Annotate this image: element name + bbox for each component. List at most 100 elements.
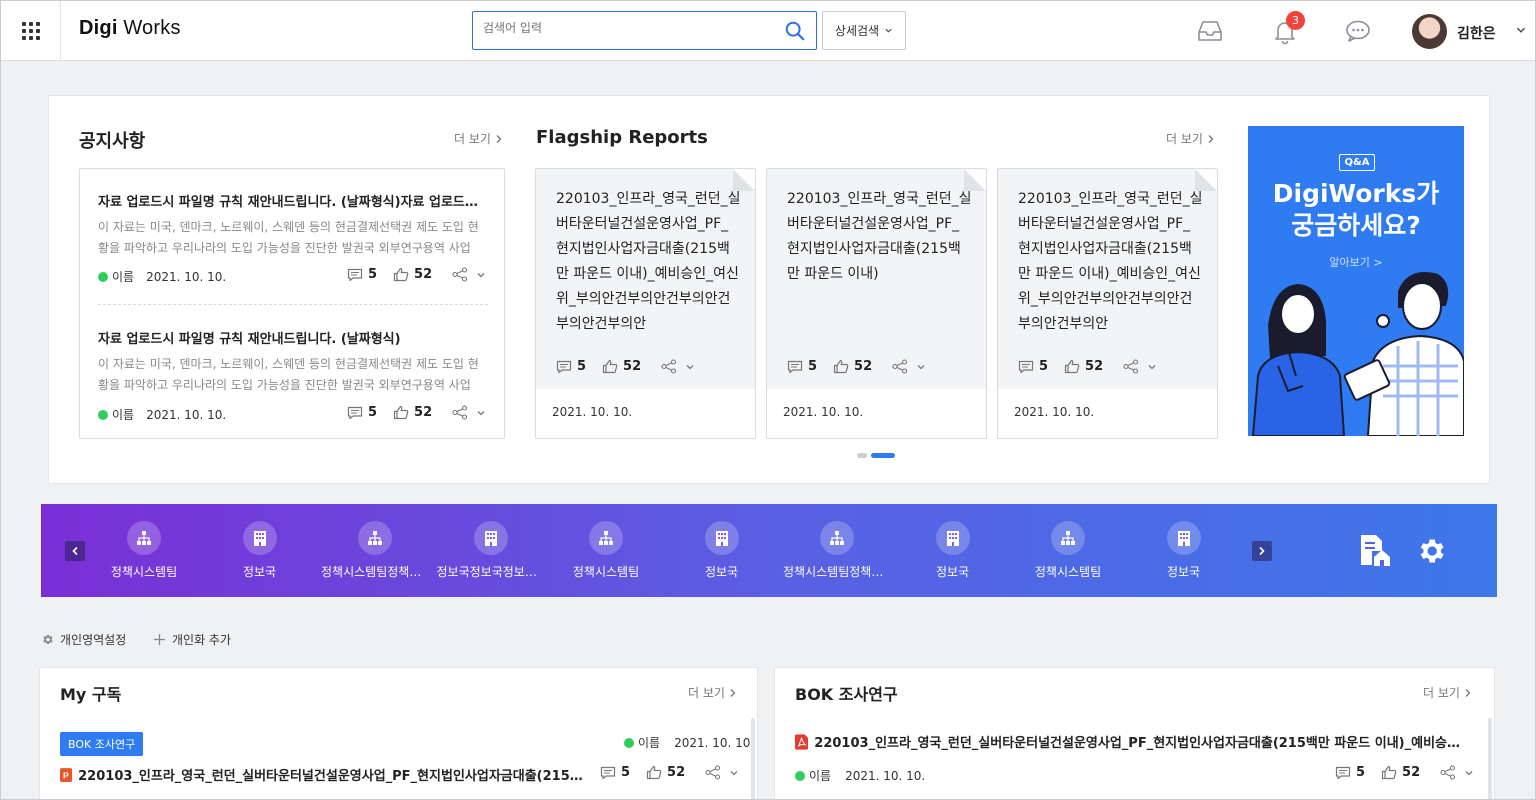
shortcut-item[interactable]: 정책시스템팀 (1010, 521, 1126, 580)
notice-author: 이름 (112, 408, 135, 422)
building-icon (935, 521, 970, 555)
gear-icon[interactable] (1415, 535, 1447, 567)
org-chart-icon (1051, 521, 1085, 555)
like-count[interactable]: 52 (393, 267, 432, 282)
chevron-down-icon[interactable] (916, 362, 926, 372)
report-title[interactable]: 220103_인프라_영국_런던_실버타운터널건설운영사업_PF_현지법인사업자… (787, 187, 972, 337)
reports-more-link[interactable]: 더 보기 (1166, 130, 1215, 147)
share-icon[interactable] (661, 359, 677, 374)
like-count[interactable]: 52 (1381, 765, 1420, 780)
shortcut-item[interactable]: 정책시스템팀정책시스템팀 (317, 521, 433, 580)
building-icon (1166, 521, 1201, 555)
notice-stats: 5 52 (347, 267, 486, 282)
bok-more-link[interactable]: 더 보기 (1423, 684, 1472, 701)
gear-icon (43, 634, 53, 645)
notice-author: 이름 (112, 270, 135, 284)
thumbs-up-icon (1064, 359, 1080, 374)
app-launcher-button[interactable] (1, 1, 61, 61)
comment-count[interactable]: 5 (347, 267, 377, 282)
like-count[interactable]: 52 (646, 765, 685, 780)
chevron-left-icon (72, 546, 78, 556)
comment-count[interactable]: 5 (787, 359, 817, 374)
thumbs-up-icon (1381, 765, 1397, 780)
building-icon (473, 521, 508, 555)
date: 2021. 10. 10. (845, 768, 926, 783)
report-stats: 5 52 (1018, 359, 1157, 374)
shortcut-label: 정책시스템팀정책시스템팀 (321, 565, 433, 579)
shortcut-item[interactable]: 정책시스템팀 (548, 521, 664, 580)
chevron-down-icon[interactable] (1515, 24, 1527, 36)
user-name[interactable]: 김한은 (1457, 23, 1496, 43)
scrollbar[interactable] (1488, 718, 1492, 799)
subscription-more-link[interactable]: 더 보기 (688, 684, 737, 701)
shortcut-item[interactable]: 정보국정보국정보국정보국 (433, 521, 549, 580)
chevron-down-icon[interactable] (476, 408, 486, 418)
carousel-dot[interactable] (857, 453, 867, 458)
like-count[interactable]: 52 (602, 359, 641, 374)
chevron-down-icon[interactable] (685, 362, 695, 372)
document-home-icon[interactable] (1358, 533, 1392, 569)
share-icon[interactable] (452, 267, 468, 282)
thumbs-up-icon (646, 765, 662, 780)
chevron-down-icon[interactable] (729, 768, 739, 778)
chevron-down-icon[interactable] (1147, 362, 1157, 372)
chevron-down-icon[interactable] (476, 270, 486, 280)
shortcut-item[interactable]: 정보국 (1126, 521, 1242, 580)
report-card[interactable]: 220103_인프라_영국_런던_실버타운터널건설운영사업_PF_현지법인사업자… (997, 168, 1218, 439)
comment-count[interactable]: 5 (600, 765, 630, 780)
report-title[interactable]: 220103_인프라_영국_런던_실버타운터널건설운영사업_PF_현지법인사업자… (556, 187, 741, 337)
share-icon[interactable] (705, 765, 721, 780)
report-title[interactable]: 220103_인프라_영국_런던_실버타운터널건설운영사업_PF_현지법인사업자… (1018, 187, 1203, 337)
shortcut-item[interactable]: 정보국 (664, 521, 780, 580)
notice-date: 2021. 10. 10. (146, 407, 227, 422)
add-personalization[interactable]: 개인화 추가 (153, 631, 231, 648)
notice-item[interactable]: 자료 업로드시 파일명 규칙 재안내드립니다. (날짜형식) 이 자료는 미국,… (98, 328, 488, 396)
category-tag[interactable]: BOK 조사연구 (60, 732, 144, 756)
file-title[interactable]: 220103_인프라_영국_런던_실버타운터널건설운영사업_PF_현지법인사업자… (814, 732, 1467, 751)
flagship-reports-title: Flagship Reports (536, 127, 708, 148)
like-count[interactable]: 52 (833, 359, 872, 374)
carousel-dot-active[interactable] (871, 453, 895, 458)
share-icon[interactable] (892, 359, 908, 374)
shortcut-next-button[interactable] (1252, 541, 1272, 561)
scrollbar[interactable] (751, 718, 755, 799)
like-count[interactable]: 52 (393, 405, 432, 420)
notice-item[interactable]: 자료 업로드시 파일명 규칙 재안내드립니다. (날짜형식)자료 업로드시 파일… (98, 191, 488, 259)
bok-file-item[interactable]: 220103_인프라_영국_런던_실버타운터널건설운영사업_PF_현지법인사업자… (795, 732, 1467, 751)
carousel-pagination (857, 453, 895, 458)
shortcut-item[interactable]: 정보국 (202, 521, 318, 580)
comment-count[interactable]: 5 (347, 405, 377, 420)
share-icon[interactable] (1440, 765, 1456, 780)
share-icon[interactable] (452, 405, 468, 420)
grid-icon (21, 22, 40, 40)
org-chart-icon (127, 521, 161, 555)
search-icon[interactable] (784, 20, 806, 42)
notice-title[interactable]: 자료 업로드시 파일명 규칙 재안내드립니다. (날짜형식) (98, 328, 478, 347)
comment-count[interactable]: 5 (1335, 765, 1365, 780)
personal-area-settings[interactable]: 개인영역설정 (41, 631, 126, 648)
author: 이름 (638, 736, 661, 750)
file-title[interactable]: 220103_인프라_영국_런던_실버타운터널건설운영사업_PF_현지법인사업자… (78, 765, 590, 784)
report-card[interactable]: 220103_인프라_영국_런던_실버타운터널건설운영사업_PF_현지법인사업자… (535, 168, 756, 439)
shortcut-item[interactable]: 정책시스템팀정책시스템팀 (779, 521, 895, 580)
inbox-icon[interactable] (1194, 15, 1226, 47)
shortcut-item[interactable]: 정책시스템팀 (86, 521, 202, 580)
chevron-down-icon[interactable] (1464, 768, 1474, 778)
comment-count[interactable]: 5 (1018, 359, 1048, 374)
share-icon[interactable] (1123, 359, 1139, 374)
shortcut-item[interactable]: 정보국 (895, 521, 1011, 580)
advanced-search-button[interactable]: 상세검색 (822, 11, 906, 50)
notice-title[interactable]: 자료 업로드시 파일명 규칙 재안내드립니다. (날짜형식)자료 업로드시 파일… (98, 191, 478, 210)
logo[interactable]: Digi Works (79, 17, 181, 40)
subscription-file-item[interactable]: P 220103_인프라_영국_런던_실버타운터널건설운영사업_PF_현지법인사… (60, 765, 590, 784)
shortcut-prev-button[interactable] (65, 541, 85, 561)
personal-settings-label: 개인영역설정 (60, 633, 127, 647)
search-input[interactable] (483, 21, 773, 35)
avatar[interactable] (1412, 14, 1447, 49)
comment-count[interactable]: 5 (556, 359, 586, 374)
like-count[interactable]: 52 (1064, 359, 1103, 374)
report-card[interactable]: 220103_인프라_영국_런던_실버타운터널건설운영사업_PF_현지법인사업자… (766, 168, 987, 439)
chat-icon[interactable] (1342, 15, 1374, 47)
qa-banner[interactable]: Q&A DigiWorks가 궁금하세요? 알아보기 > (1248, 126, 1464, 436)
notices-more-link[interactable]: 더 보기 (454, 130, 503, 147)
